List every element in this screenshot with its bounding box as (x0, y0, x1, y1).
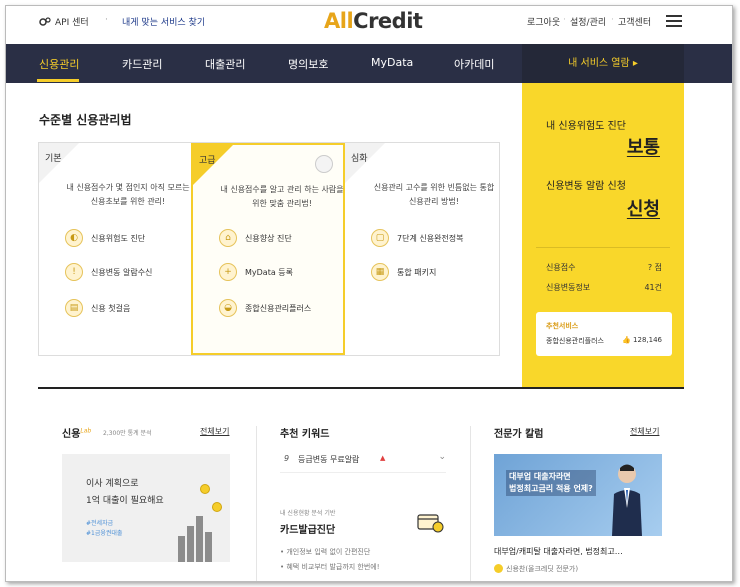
card-level: 심화 (351, 154, 368, 164)
promo-tag: #전세자금 (86, 520, 114, 527)
my-credit-panel: 내 신용위험도 진단 보통 신용변동 알람 신청 신청 신용점수? 점 신용변동… (522, 83, 684, 388)
article-title-link[interactable]: 대부업/캐피탈 대출자라면, 법정최고… (494, 546, 623, 557)
author-avatar (494, 564, 503, 573)
support-link[interactable]: 고객센터 (618, 15, 651, 28)
alarm-label: 신용변동 알람 신청 (546, 181, 626, 192)
recommended-service[interactable]: 추천서비스 종합신용관리플러스 👍 128,146 (536, 312, 672, 356)
chart-doc-icon: ▤ (65, 299, 83, 317)
api-center-link[interactable]: API 센터 (39, 15, 89, 28)
view-all-lab[interactable]: 전체보기 (200, 426, 229, 437)
service-bullet: • 개인정보 입력 없이 간편진단 (280, 548, 371, 556)
divider (536, 247, 670, 248)
rec-title: 추천서비스 (546, 322, 579, 330)
card-item[interactable]: ▢ 7단계 신용완전정복 (371, 229, 464, 247)
lab-promo-card[interactable]: 이사 계획으로 1억 대출이 필요해요 #전세자금 #1금융권대출 (62, 454, 230, 562)
card-expert[interactable]: 심화 신용관리 고수를 위한 빈틈없는 통합 신용관리 방법! ▢ 7단계 신용완… (345, 143, 499, 355)
separator-dot: · (105, 15, 108, 25)
card-item[interactable]: + MyData 등록 (219, 263, 293, 281)
chevron-down-icon[interactable]: ⌄ (438, 452, 446, 462)
card-level: 기본 (45, 154, 62, 164)
section-divider (38, 387, 684, 389)
coin-icon (200, 484, 210, 494)
user-avatar-icon (315, 155, 333, 173)
card-desc: 내 신용점수를 알고 관리 하는 사람을 위한 맞춤 관리법! (220, 185, 344, 208)
card-item[interactable]: ▦ 통합 패키지 (371, 263, 436, 281)
promo-line2: 1억 대출이 필요해요 (86, 496, 164, 506)
card-desc: 신용관리 고수를 위한 빈틈없는 통합 신용관리 방법! (373, 183, 495, 206)
card-basic[interactable]: 기본 내 신용점수가 몇 점인지 아직 모르는 신용초보를 위한 관리! ◐ 신용… (39, 143, 192, 355)
doc-plus-icon: + (219, 263, 237, 281)
keyword-rank: 9 (284, 454, 290, 463)
alarm-apply-link[interactable]: 신청 (627, 195, 660, 221)
nav-item-card[interactable]: 카드관리 (122, 56, 162, 72)
api-center-label: API 센터 (55, 18, 89, 28)
column-thumbnail[interactable]: 대부업 대출자라면 법정최고금리 적용 언제? (494, 454, 662, 536)
column-divider (470, 426, 471, 581)
rec-name: 종합신용관리플러스 (546, 337, 604, 345)
coin-icon (212, 502, 222, 512)
rec-count: 👍 128,146 (622, 336, 662, 344)
card-item[interactable]: ▤ 신용 첫걸음 (65, 299, 130, 317)
gear-icon (39, 16, 51, 26)
view-all-column[interactable]: 전체보기 (630, 426, 659, 437)
card-item[interactable]: ⌂ 신용향상 진단 (219, 229, 292, 247)
keyword-title: 추천 키워드 (280, 429, 330, 440)
alarm-doc-icon: ! (65, 263, 83, 281)
nav-item-credit[interactable]: 신용관리 (39, 56, 79, 72)
keyword-rotator[interactable]: 9 등급변동 무료알람 ▲ ⌄ (280, 451, 446, 473)
credit-card-icon (417, 514, 444, 533)
credit-lab-title: 신용Lab (62, 427, 92, 440)
page-frame: API 센터 · 내게 맞는 서비스 찾기 AllCredit 로그아웃 · 설… (5, 5, 733, 582)
card-issue-diagnosis-link[interactable]: 카드발급진단 (280, 521, 335, 536)
nav-item-mydata[interactable]: MyData (371, 56, 413, 69)
nav-item-identity[interactable]: 명의보호 (288, 56, 328, 72)
thumbs-up-icon: 👍 (622, 336, 631, 344)
service-subtitle: 내 신용현황 분석 기반 (280, 510, 336, 517)
article-author: 신용찬(올크레딧 전문가) (506, 565, 579, 573)
clipboard-icon: ▢ (371, 229, 389, 247)
hamburger-menu-icon[interactable] (666, 15, 682, 27)
card-level: 고급 (199, 156, 216, 166)
allcredit-logo[interactable]: AllCredit (324, 9, 423, 33)
package-icon: ▦ (371, 263, 389, 281)
level-cards: 기본 내 신용점수가 몇 점인지 아직 모르는 신용초보를 위한 관리! ◐ 신용… (38, 142, 500, 356)
change-row: 신용변동정보 41건 (546, 283, 662, 292)
building-illustration (178, 506, 218, 562)
score-row: 신용점수? 점 (546, 263, 662, 272)
nav-item-academy[interactable]: 아카데미 (454, 56, 494, 72)
column-divider (256, 426, 257, 581)
main-nav: 신용관리 카드관리 대출관리 명의보호 MyData 아카데미 내 서비스 열람… (6, 44, 732, 83)
nav-item-loan[interactable]: 대출관리 (205, 56, 245, 72)
util-separator: · (563, 15, 566, 25)
expert-column-title: 전문가 칼럼 (494, 429, 544, 440)
settings-link[interactable]: 설정/관리 (570, 15, 606, 28)
rank-up-icon: ▲ (380, 454, 386, 462)
promo-line1: 이사 계획으로 (86, 479, 139, 489)
risk-value[interactable]: 보통 (627, 133, 660, 159)
gauge-icon: ◐ (65, 229, 83, 247)
top-bar: API 센터 · 내게 맞는 서비스 찾기 AllCredit 로그아웃 · 설… (6, 6, 732, 44)
card-desc: 내 신용점수가 몇 점인지 아직 모르는 신용초보를 위한 관리! (66, 183, 190, 206)
lab-subtitle: 2,300만 통계 분석 (103, 430, 152, 437)
card-advanced[interactable]: 고급 내 신용점수를 알고 관리 하는 사람을 위한 맞춤 관리법! ⌂ 신용향상… (191, 143, 345, 355)
car-icon: ◒ (219, 299, 237, 317)
my-service-button[interactable]: 내 서비스 열람 ▸ (522, 44, 684, 83)
logout-link[interactable]: 로그아웃 (527, 15, 560, 28)
keyword-text: 등급변동 무료알람 (298, 455, 360, 464)
card-item[interactable]: ◒ 종합신용관리플러스 (219, 299, 311, 317)
risk-label: 내 신용위험도 진단 (546, 121, 626, 132)
house-chart-icon: ⌂ (219, 229, 237, 247)
find-service-link[interactable]: 내게 맞는 서비스 찾기 (122, 15, 205, 28)
util-separator: · (611, 15, 614, 25)
section-title: 수준별 신용관리법 (39, 113, 132, 127)
service-bullet: • 혜택 비교부터 발급까지 한번에! (280, 563, 380, 571)
card-item[interactable]: ! 신용변동 알람수신 (65, 263, 152, 281)
promo-tag: #1금융권대출 (86, 530, 123, 537)
nav-active-underline (37, 79, 79, 82)
card-item[interactable]: ◐ 신용위험도 진단 (65, 229, 145, 247)
expert-person-illustration (612, 464, 642, 536)
